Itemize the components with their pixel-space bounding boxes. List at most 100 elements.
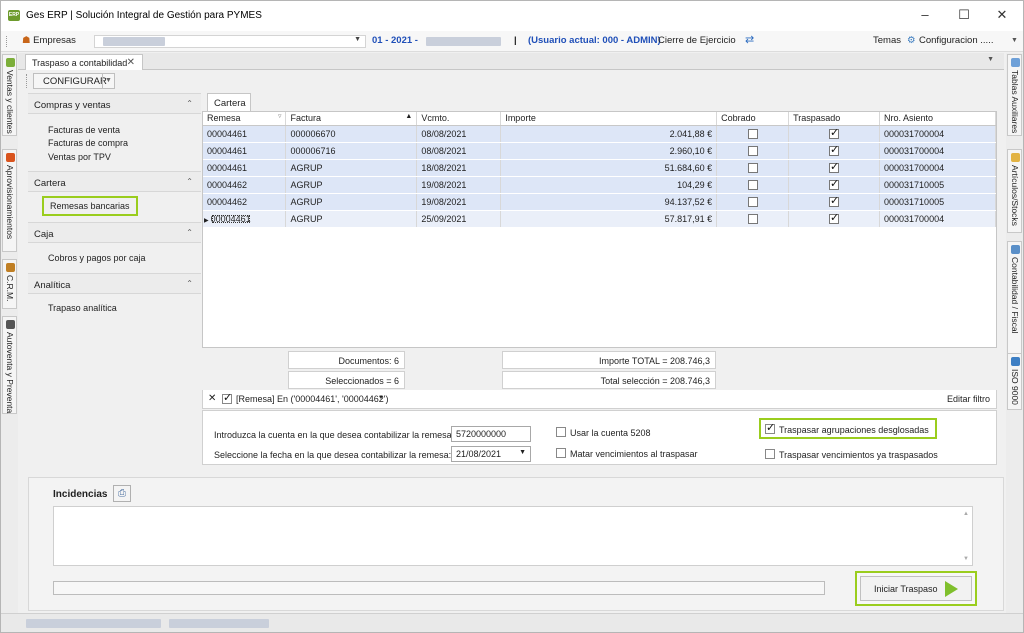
focused-cell[interactable]: 00004461 (211, 214, 251, 224)
menu-overflow-icon[interactable]: ▼ (1011, 37, 1018, 44)
cell-importe[interactable]: 51.684,60 € (500, 159, 718, 177)
configurar-button[interactable]: CONFIGURAR ▼ (33, 73, 115, 89)
agrupaciones-checkbox[interactable] (765, 421, 775, 434)
side-tab-ventas[interactable]: Ventas y clientes (2, 54, 17, 136)
cell-traspasado[interactable] (788, 193, 881, 211)
side-tab-autoventa[interactable]: Autoventa y Preventa (2, 316, 17, 414)
refresh-icon[interactable]: ⇄ (745, 33, 754, 46)
table-row[interactable]: 00004461AGRUP18/08/202151.684,60 € 000031… (203, 159, 996, 177)
cobrado-checkbox[interactable] (747, 213, 758, 224)
col-importe[interactable]: Importe (500, 112, 718, 126)
cell-remesa[interactable]: 00004462 (203, 193, 287, 211)
cell-remesa[interactable]: ▶ 00004461 (203, 210, 287, 228)
edit-filter-button[interactable]: Editar filtro (947, 394, 990, 404)
cell-nro-asiento[interactable]: 000031710005 (879, 176, 996, 194)
cell-importe[interactable]: 104,29 € (500, 176, 718, 194)
nav-item-cobros-pagos-caja[interactable]: Cobros y pagos por caja (48, 253, 146, 263)
cell-cobrado[interactable] (716, 125, 790, 143)
cell-cobrado[interactable] (716, 193, 790, 211)
temas-menu[interactable]: Temas (873, 35, 901, 46)
cell-vcmto[interactable]: 08/08/2021 (416, 125, 502, 143)
nav-item-facturas-compra[interactable]: Facturas de compra (48, 138, 128, 148)
cell-importe[interactable]: 57.817,91 € (500, 210, 718, 228)
traspasado-checkbox[interactable] (829, 126, 839, 139)
col-vcmto[interactable]: Vcmto. (416, 112, 502, 126)
chevron-up-icon[interactable]: ⌃ (186, 279, 193, 288)
table-row[interactable]: 00004462AGRUP19/08/202194.137,52 € 000031… (203, 193, 996, 211)
incidencias-log[interactable]: ▲ ▼ (53, 506, 973, 566)
nav-item-ventas-tpv[interactable]: Ventas por TPV (48, 152, 111, 162)
cobrado-checkbox[interactable] (747, 179, 758, 190)
toolbar-grip[interactable] (26, 74, 29, 88)
cell-cobrado[interactable] (716, 210, 790, 228)
table-row[interactable]: ▶00004461AGRUP25/09/202157.817,91 €00003… (203, 210, 996, 228)
cell-nro-asiento[interactable]: 000031700004 (879, 210, 996, 228)
nav-group-analitica[interactable]: Analítica ⌃ (28, 273, 201, 294)
cell-vcmto[interactable]: 25/09/2021 (416, 210, 502, 228)
cobrado-checkbox[interactable] (747, 145, 758, 156)
side-tab-contabilidad[interactable]: Contabilidad / Fiscal (1007, 241, 1022, 371)
traspasado-checkbox[interactable] (829, 177, 839, 190)
scroll-up-icon[interactable]: ▲ (963, 511, 969, 517)
chevron-up-icon[interactable]: ⌃ (186, 228, 193, 237)
close-window-button[interactable]: ✕ (985, 4, 1019, 26)
cobrado-checkbox[interactable] (747, 162, 758, 173)
cell-cobrado[interactable] (716, 176, 790, 194)
tab-traspaso-contabilidad[interactable]: Traspaso a contabilidad ✕ (25, 54, 143, 70)
cell-cobrado[interactable] (716, 159, 790, 177)
nav-item-facturas-venta[interactable]: Facturas de venta (48, 125, 120, 135)
side-tab-tablas-auxiliares[interactable]: Tablas Auxiliares (1007, 54, 1022, 136)
traspasado-checkbox[interactable] (829, 194, 839, 207)
cell-factura[interactable]: AGRUP (285, 159, 418, 177)
minimize-button[interactable]: – (908, 4, 942, 26)
cell-factura[interactable]: 000006670 (285, 125, 418, 143)
col-nro-asiento[interactable]: Nro. Asiento (879, 112, 996, 126)
empresas-menu[interactable]: ☗ Empresas (22, 35, 76, 46)
cell-nro-asiento[interactable]: 000031700004 (879, 159, 996, 177)
configuracion-menu[interactable]: Configuracion ..... (919, 35, 993, 46)
cell-traspasado[interactable] (788, 159, 881, 177)
cell-vcmto[interactable]: 08/08/2021 (416, 142, 502, 160)
chevron-down-icon[interactable]: ▼ (519, 449, 526, 456)
ya-traspasados-checkbox[interactable] (765, 449, 775, 459)
nav-group-compras-ventas[interactable]: Compras y ventas ⌃ (28, 93, 201, 114)
nav-group-cartera[interactable]: Cartera ⌃ (28, 171, 201, 192)
nav-group-caja[interactable]: Caja ⌃ (28, 222, 201, 243)
clear-filter-icon[interactable]: ✕ (208, 393, 216, 404)
nav-item-remesas-bancarias[interactable]: Remesas bancarias (42, 196, 138, 216)
side-tab-aprovisionamientos[interactable]: Aprovisionamientos (2, 149, 17, 252)
usar-5208-checkbox[interactable] (556, 427, 566, 437)
tab-cartera[interactable]: Cartera (207, 93, 251, 111)
cell-vcmto[interactable]: 19/08/2021 (416, 193, 502, 211)
close-tab-icon[interactable]: ✕ (127, 57, 135, 68)
traspasado-checkbox[interactable] (829, 160, 839, 173)
col-traspasado[interactable]: Traspasado (788, 112, 881, 126)
cell-traspasado[interactable] (788, 125, 881, 143)
traspasado-checkbox[interactable] (829, 211, 839, 224)
cierre-ejercicio-menu[interactable]: Cierre de Ejercicio (658, 35, 736, 46)
empresa-select[interactable]: ▼ (94, 35, 366, 48)
filter-icon[interactable]: ▿ (278, 112, 282, 120)
nav-item-trapaso-analitica[interactable]: Trapaso analítica (48, 303, 117, 313)
cell-importe[interactable]: 2.041,88 € (500, 125, 718, 143)
cobrado-checkbox[interactable] (747, 196, 758, 207)
cell-remesa[interactable]: 00004462 (203, 176, 287, 194)
cell-remesa[interactable]: 00004461 (203, 159, 287, 177)
cell-traspasado[interactable] (788, 176, 881, 194)
col-factura[interactable]: Factura ▲ (285, 112, 418, 126)
side-tab-articulos[interactable]: Artículos/Stocks (1007, 149, 1022, 233)
cell-nro-asiento[interactable]: 000031710005 (879, 193, 996, 211)
cell-importe[interactable]: 2.960,10 € (500, 142, 718, 160)
chevron-down-icon[interactable]: ▼ (102, 73, 114, 89)
side-tab-crm[interactable]: C.R.M. (2, 259, 17, 309)
cell-factura[interactable]: AGRUP (285, 176, 418, 194)
col-remesa[interactable]: Remesa ▿ (203, 112, 287, 126)
cobrado-checkbox[interactable] (747, 128, 758, 139)
cell-remesa[interactable]: 00004461 (203, 142, 287, 160)
side-tab-iso[interactable]: ISO 9000 (1007, 353, 1022, 410)
table-row[interactable]: 0000446100000671608/08/20212.960,10 € 000… (203, 142, 996, 160)
cell-remesa[interactable]: 00004461 (203, 125, 287, 143)
cell-traspasado[interactable] (788, 142, 881, 160)
cell-vcmto[interactable]: 19/08/2021 (416, 176, 502, 194)
iniciar-traspaso-button[interactable]: Iniciar Traspaso (860, 576, 972, 601)
